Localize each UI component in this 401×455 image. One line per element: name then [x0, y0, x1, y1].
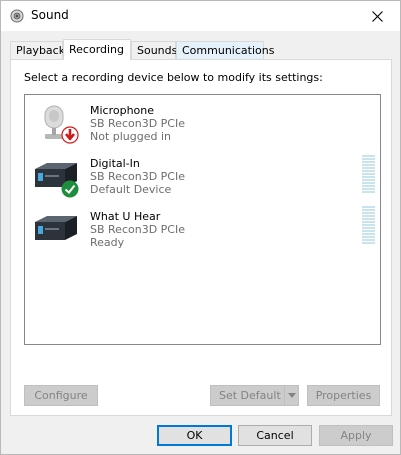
recording-panel: Select a recording device below to modif… — [10, 59, 392, 416]
ok-button[interactable]: OK — [157, 425, 232, 446]
speaker-icon — [10, 9, 24, 23]
tab-recording[interactable]: Recording — [63, 39, 131, 60]
apply-button[interactable]: Apply — [319, 425, 393, 446]
device-item-digital-in[interactable]: Digital-In SB Recon3D PCIe Default Devic… — [25, 151, 380, 203]
device-status: Default Device — [90, 183, 172, 196]
sound-dialog: Sound Playback Recording Sounds Communic… — [0, 0, 401, 455]
device-driver: SB Recon3D PCIe — [90, 170, 185, 183]
close-button[interactable] — [354, 1, 400, 31]
chevron-down-icon[interactable] — [284, 386, 298, 405]
device-name: Digital-In — [90, 157, 140, 170]
set-default-label: Set Default — [219, 389, 281, 402]
level-meter — [362, 155, 375, 194]
device-name: What U Hear — [90, 210, 161, 223]
device-item-microphone[interactable]: Microphone SB Recon3D PCIe Not plugged i… — [25, 98, 380, 150]
cancel-button[interactable]: Cancel — [238, 425, 312, 446]
device-text: What U Hear SB Recon3D PCIe Ready — [90, 210, 185, 249]
tab-sounds[interactable]: Sounds — [131, 41, 177, 59]
tab-playback[interactable]: Playback — [10, 41, 65, 59]
device-status: Ready — [90, 236, 125, 249]
device-driver: SB Recon3D PCIe — [90, 223, 185, 236]
device-item-what-u-hear[interactable]: What U Hear SB Recon3D PCIe Ready — [25, 204, 380, 256]
device-status: Not plugged in — [90, 130, 172, 143]
device-list[interactable]: Microphone SB Recon3D PCIe Not plugged i… — [24, 94, 381, 345]
close-icon — [371, 10, 383, 22]
properties-button[interactable]: Properties — [307, 385, 380, 406]
configure-button[interactable]: Configure — [24, 385, 98, 406]
green-check-icon — [61, 180, 79, 201]
device-name: Microphone — [90, 104, 155, 117]
sound-card-icon — [33, 210, 79, 250]
device-text: Digital-In SB Recon3D PCIe Default Devic… — [90, 157, 185, 196]
title-bar: Sound — [1, 1, 400, 31]
tab-communications[interactable]: Communications — [176, 41, 274, 59]
instruction-text: Select a recording device below to modif… — [24, 71, 323, 84]
device-driver: SB Recon3D PCIe — [90, 117, 185, 130]
level-meter — [362, 206, 375, 245]
red-down-arrow-icon — [61, 126, 79, 147]
set-default-button[interactable]: Set Default — [210, 385, 299, 406]
window-title: Sound — [31, 8, 69, 22]
device-text: Microphone SB Recon3D PCIe Not plugged i… — [90, 104, 185, 143]
